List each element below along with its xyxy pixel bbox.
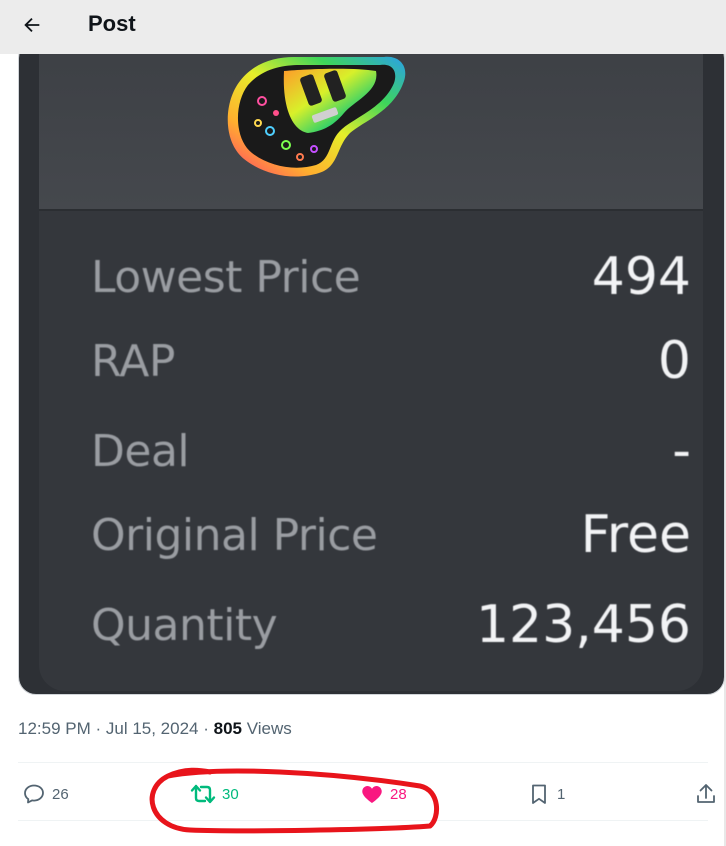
stat-row-rap: RAP 0	[91, 331, 691, 391]
divider	[18, 820, 708, 821]
bookmark-icon	[532, 784, 546, 804]
stat-value: 123,456	[475, 595, 691, 655]
post-date[interactable]: Jul 15, 2024	[106, 719, 199, 738]
post-media[interactable]: Lowest Price 494 RAP 0 Deal - Original P…	[18, 40, 725, 695]
bookmark-button[interactable]: 1	[527, 777, 565, 811]
back-arrow-icon	[24, 17, 40, 33]
reply-button[interactable]: 26	[22, 777, 69, 811]
like-count: 28	[390, 785, 407, 803]
heart-icon	[362, 786, 382, 803]
stat-value: Free	[580, 505, 691, 565]
share-icon	[697, 784, 715, 803]
guitar-item-image	[227, 56, 406, 177]
views-count: 805	[213, 719, 242, 738]
post-timestamp: 12:59 PM · Jul 15, 2024 · 805 Views	[18, 718, 292, 740]
stat-value: 494	[591, 247, 691, 307]
reply-count: 26	[52, 785, 69, 803]
separator: ·	[198, 719, 214, 738]
stat-value: 0	[657, 331, 691, 391]
item-image-area	[39, 41, 703, 211]
divider	[18, 762, 708, 763]
media-image: Lowest Price 494 RAP 0 Deal - Original P…	[19, 41, 724, 694]
stat-label: Lowest Price	[91, 251, 361, 303]
stat-row-deal: Deal -	[91, 421, 691, 481]
stat-row-lowest-price: Lowest Price 494	[91, 247, 691, 307]
stat-label: Deal	[91, 425, 190, 477]
separator: ·	[90, 719, 106, 738]
post-time[interactable]: 12:59 PM	[18, 719, 91, 738]
reply-icon	[24, 784, 44, 804]
page-title: Post	[88, 11, 136, 36]
back-button[interactable]	[14, 7, 50, 43]
views-label: Views	[242, 719, 292, 738]
like-button[interactable]: 28	[360, 777, 407, 811]
stat-label: Original Price	[91, 509, 378, 561]
stat-row-quantity: Quantity 123,456	[91, 595, 691, 655]
stat-label: Quantity	[91, 599, 278, 651]
retweet-count: 30	[222, 785, 239, 803]
retweet-button[interactable]: 30	[190, 777, 239, 811]
item-card: Lowest Price 494 RAP 0 Deal - Original P…	[39, 41, 703, 691]
bookmark-count: 1	[557, 785, 566, 803]
stat-label: RAP	[91, 335, 175, 387]
top-bar: Post	[0, 0, 726, 54]
share-button[interactable]	[694, 777, 718, 811]
retweet-icon	[190, 784, 216, 804]
stat-row-original-price: Original Price Free	[91, 505, 691, 565]
stat-value: -	[672, 421, 691, 481]
